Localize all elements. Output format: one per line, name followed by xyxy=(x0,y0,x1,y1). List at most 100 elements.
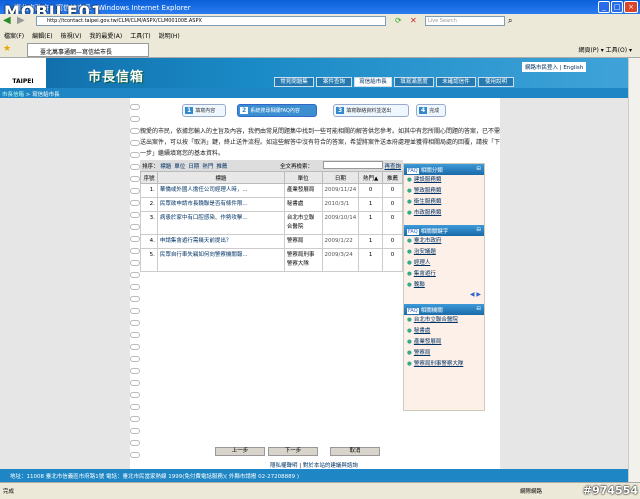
stop-icon[interactable]: ✕ xyxy=(410,16,417,25)
binder-ring xyxy=(130,224,140,230)
faq-icon: FAQ xyxy=(407,168,419,174)
menu-favorites[interactable]: 我的最愛(A) xyxy=(89,33,122,40)
nav-faq[interactable]: 常見問題集 xyxy=(274,77,314,87)
vertical-scrollbar[interactable] xyxy=(628,58,640,482)
binder-ring xyxy=(130,176,140,182)
pager-arrows-icon[interactable]: ◀ ▶ xyxy=(404,291,484,298)
top-links: 網路市民登入 | English xyxy=(522,62,587,72)
sort-title[interactable]: 標題 xyxy=(160,164,171,170)
table-row: 5. 民眾自行車失竊如何向警察機關報... 警察局刑事警察大隊 2009/3/24 1 0 xyxy=(140,248,403,272)
table-cell: 0 xyxy=(382,211,403,235)
menu-view[interactable]: 檢視(V) xyxy=(61,33,82,40)
maximize-button[interactable]: □ xyxy=(611,1,623,13)
menu-edit[interactable]: 編輯(E) xyxy=(32,33,52,40)
faq-icon: FAQ xyxy=(407,308,419,314)
panel-link[interactable]: 臺北市政府 xyxy=(404,236,484,247)
back-icon[interactable]: ◀ xyxy=(3,15,11,26)
panel-link[interactable]: 秘書處 xyxy=(404,326,484,337)
panel-link[interactable]: 治安議題 xyxy=(404,247,484,258)
table-row: 1. 華僑或外國人擔任公司經理人時，... 產業發展局 2009/11/24 0 0 xyxy=(140,183,403,198)
panel-link[interactable]: 衛生服務類 xyxy=(404,197,484,208)
panel-title: 相關機關 xyxy=(420,308,443,314)
column-header[interactable]: 熱門▲ xyxy=(358,171,384,184)
search-icon[interactable]: ⌕ xyxy=(508,16,512,26)
panel-link[interactable]: 台北市立聯合醫院 xyxy=(404,315,484,326)
column-header: 序號 xyxy=(140,171,158,184)
column-header: 推薦 xyxy=(382,171,403,184)
nav-write-mayor[interactable]: 寫信給市長 xyxy=(354,77,392,87)
command-bar[interactable]: 網頁(P) ▾ 工具(O) ▾ xyxy=(579,45,632,54)
fulltext-search-input[interactable] xyxy=(323,161,383,169)
table-cell: 0 xyxy=(382,197,403,212)
faq-link[interactable]: 民眾自行車失竊如何向警察機關報... xyxy=(160,252,248,258)
minimize-button[interactable]: _ xyxy=(598,1,610,13)
cancel-button[interactable]: 取消 xyxy=(330,447,380,456)
panel-link[interactable]: 建設服務類 xyxy=(404,175,484,186)
panel-link[interactable]: 警政服務類 xyxy=(404,186,484,197)
sort-row: 排序： 標題 單位 日期 熱門 推薦 全文再檢索： 再查詢 xyxy=(140,160,403,171)
address-bar: ◀ ▶ http://tcontact.taipei.gov.tw/CLM/CL… xyxy=(0,14,640,28)
faq-link[interactable]: 病患於家中有口腔感染、作勢攻擊... xyxy=(160,215,248,221)
forward-icon[interactable]: ▶ xyxy=(17,15,25,26)
table-cell: 3. xyxy=(140,211,158,235)
binder-ring xyxy=(130,212,140,218)
binder-ring xyxy=(130,356,140,362)
faq-link[interactable]: 民眾欲申請市長輓聯是否有條件限... xyxy=(160,201,248,207)
panel-link[interactable]: 經理人 xyxy=(404,258,484,269)
requery-link[interactable]: 再查詢 xyxy=(384,162,401,170)
favorites-star-icon[interactable]: ★ xyxy=(3,44,11,54)
url-field[interactable]: http://tcontact.taipei.gov.tw/CLM/CLM/AS… xyxy=(36,16,386,26)
binder-ring xyxy=(130,248,140,254)
sort-recommend[interactable]: 推薦 xyxy=(216,164,227,170)
nav-unconfirmed[interactable]: 未確認信件 xyxy=(436,77,476,87)
close-button[interactable]: × xyxy=(624,1,638,13)
status-bar: 完成 網際網路 xyxy=(0,482,640,499)
table-cell: 警察局刑事警察大隊 xyxy=(283,248,323,272)
panel-link[interactable]: 市政服務類 xyxy=(404,208,484,219)
menu-tools[interactable]: 工具(T) xyxy=(130,33,150,40)
menu-file[interactable]: 檔案(F) xyxy=(4,33,24,40)
nav-case-query[interactable]: 案件查詢 xyxy=(316,77,352,87)
citizen-login-link[interactable]: 網路市民登入 xyxy=(525,65,558,71)
faq-link[interactable]: 華僑或外國人擔任公司經理人時，... xyxy=(160,187,248,193)
prev-button[interactable]: 上一步 xyxy=(215,447,265,456)
binder-ring xyxy=(130,320,140,326)
collapse-icon[interactable]: ⊟ xyxy=(476,227,481,233)
table-cell: 華僑或外國人擔任公司經理人時，... xyxy=(156,183,285,198)
nav-satisfaction[interactable]: 填寫滿意度 xyxy=(394,77,434,87)
collapse-icon[interactable]: ⊟ xyxy=(476,166,481,172)
menu-help[interactable]: 說明(H) xyxy=(159,33,180,40)
watermark-id: #974554 xyxy=(582,484,638,497)
collapse-icon[interactable]: ⊟ xyxy=(476,306,481,312)
refresh-icon[interactable]: ⟳ xyxy=(395,16,402,25)
binder-ring xyxy=(130,308,140,314)
sort-date[interactable]: 日期 xyxy=(188,164,199,170)
table-row: 4. 申請集會遊行需幾天前提出？ 警察局 2009/1/22 1 0 xyxy=(140,234,403,249)
site-title: 市長信箱 xyxy=(88,70,145,85)
panel-title: 相關分類 xyxy=(420,168,443,174)
binder-ring xyxy=(130,116,140,122)
column-header: 單位 xyxy=(283,171,323,184)
browser-tab[interactable]: 臺北萬事通網—寫信給市長 xyxy=(27,43,149,57)
nav-help[interactable]: 使用說明 xyxy=(478,77,514,87)
panel-link[interactable]: 集會遊行 xyxy=(404,269,484,280)
table-cell: 台北市立聯合醫院 xyxy=(283,211,323,235)
binder-ring xyxy=(130,104,140,110)
sort-popular[interactable]: 熱門 xyxy=(202,164,213,170)
faq-link[interactable]: 申請集會遊行需幾天前提出？ xyxy=(160,238,232,244)
taipei-logo[interactable]: TAIPEI xyxy=(0,58,46,88)
table-cell: 1 xyxy=(358,248,384,272)
breadcrumb-home[interactable]: 市長信箱 xyxy=(2,92,24,98)
panel-link[interactable]: 輓聯 xyxy=(404,280,484,291)
panel-link[interactable]: 產業發展局 xyxy=(404,337,484,348)
table-cell: 2009/3/24 xyxy=(321,248,360,272)
next-button[interactable]: 下一步 xyxy=(268,447,318,456)
search-input[interactable]: Live Search xyxy=(425,16,505,26)
menu-bar: 檔案(F) 編輯(E) 檢視(V) 我的最愛(A) 工具(T) 說明(H) xyxy=(0,28,640,41)
panel-link[interactable]: 警察局 xyxy=(404,348,484,359)
step-1: 1 填寫內容 xyxy=(182,104,226,117)
table-cell: 1 xyxy=(358,234,384,249)
panel-link[interactable]: 警察局刑事警察大隊 xyxy=(404,359,484,370)
english-link[interactable]: English xyxy=(563,65,583,71)
sort-unit[interactable]: 單位 xyxy=(174,164,185,170)
